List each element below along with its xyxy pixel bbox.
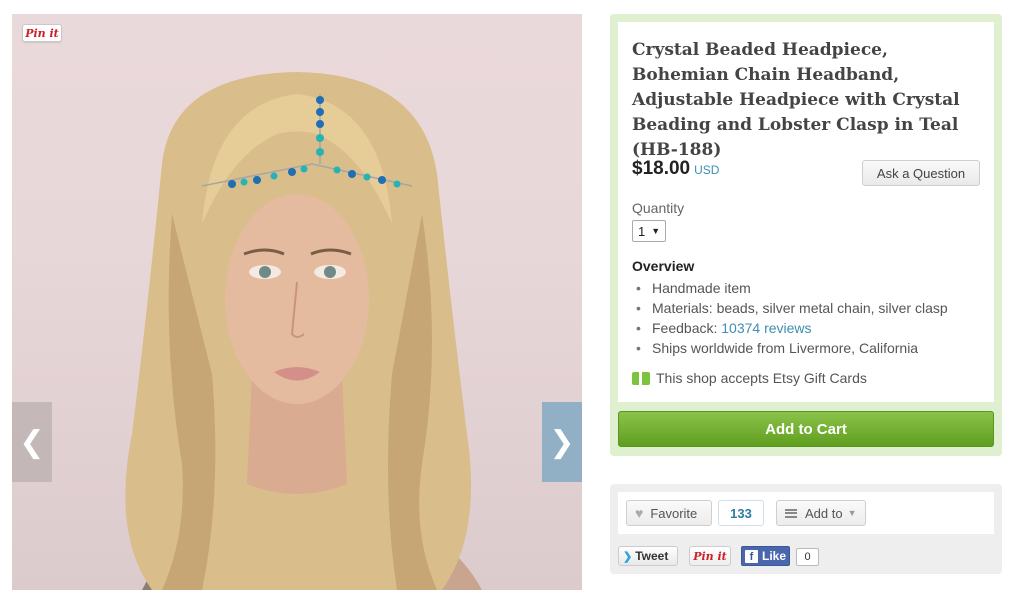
pinit-share-button[interactable]: Pin it [689,546,731,566]
quantity-value: 1 [638,223,646,239]
add-to-list-button[interactable]: Add to ▼ [776,500,866,526]
pinit-button[interactable]: Pin it [22,24,62,42]
quantity-select[interactable]: 1 ▼ [632,220,666,242]
fb-like-label: Like [762,549,787,563]
listing-details: Crystal Beaded Headpiece, Bohemian Chain… [618,22,994,402]
feedback-label: Feedback: [652,320,722,336]
list-item: Ships worldwide from Livermore, Californ… [632,338,948,358]
add-to-label: Add to [805,505,843,521]
previous-image-button[interactable]: ❮ [12,402,52,482]
product-photo[interactable]: Pin it ❮ ❯ [12,14,582,590]
favorite-label: Favorite [650,505,698,521]
giftcard-text: This shop accepts Etsy Gift Cards [656,370,867,386]
list-icon [785,508,797,518]
reviews-link[interactable]: 10374 reviews [721,320,811,336]
next-image-button[interactable]: ❯ [542,402,582,482]
listing-title: Crystal Beaded Headpiece, Bohemian Chain… [632,40,960,160]
price: $18.00 USD [632,158,719,180]
favorite-button[interactable]: ♥ Favorite [626,500,712,526]
overview-heading: Overview [632,258,695,274]
social-box: ♥ Favorite 133 Add to ▼ ❯ Tweet Pin it f Lik… [610,484,1002,574]
chevron-left-icon: ❮ [19,424,45,460]
twitter-bird-icon: ❯ [623,550,633,563]
overview-list: Handmade item Materials: beads, silver m… [632,278,948,358]
currency-link[interactable]: USD [694,163,719,177]
buy-box: Crystal Beaded Headpiece, Bohemian Chain… [610,14,1002,456]
facebook-like-count: 0 [796,548,819,566]
chevron-right-icon: ❯ [549,424,575,460]
ask-question-button[interactable]: Ask a Question [862,160,980,186]
list-item: Handmade item [632,278,948,298]
product-image [125,72,482,590]
facebook-like-button[interactable]: f Like [741,546,790,566]
gift-card-icon [632,371,650,385]
add-to-cart-button[interactable]: Add to Cart [618,411,994,447]
list-item: Materials: beads, silver metal chain, si… [632,298,948,318]
price-amount: $18.00 [632,158,691,179]
tweet-button[interactable]: ❯ Tweet [618,546,678,566]
pinit-label: Pin it [25,26,59,40]
caret-down-icon: ▼ [651,226,661,236]
favorite-count[interactable]: 133 [718,500,764,526]
giftcard-notice: This shop accepts Etsy Gift Cards [632,370,867,386]
heart-icon: ♥ [635,505,644,521]
facebook-icon: f [745,549,758,563]
favorite-bar: ♥ Favorite 133 Add to ▼ [618,492,994,534]
quantity-label: Quantity [632,200,685,216]
list-item: Feedback: 10374 reviews [632,318,948,338]
tweet-label: Tweet [635,549,669,563]
caret-down-icon: ▼ [847,508,857,518]
